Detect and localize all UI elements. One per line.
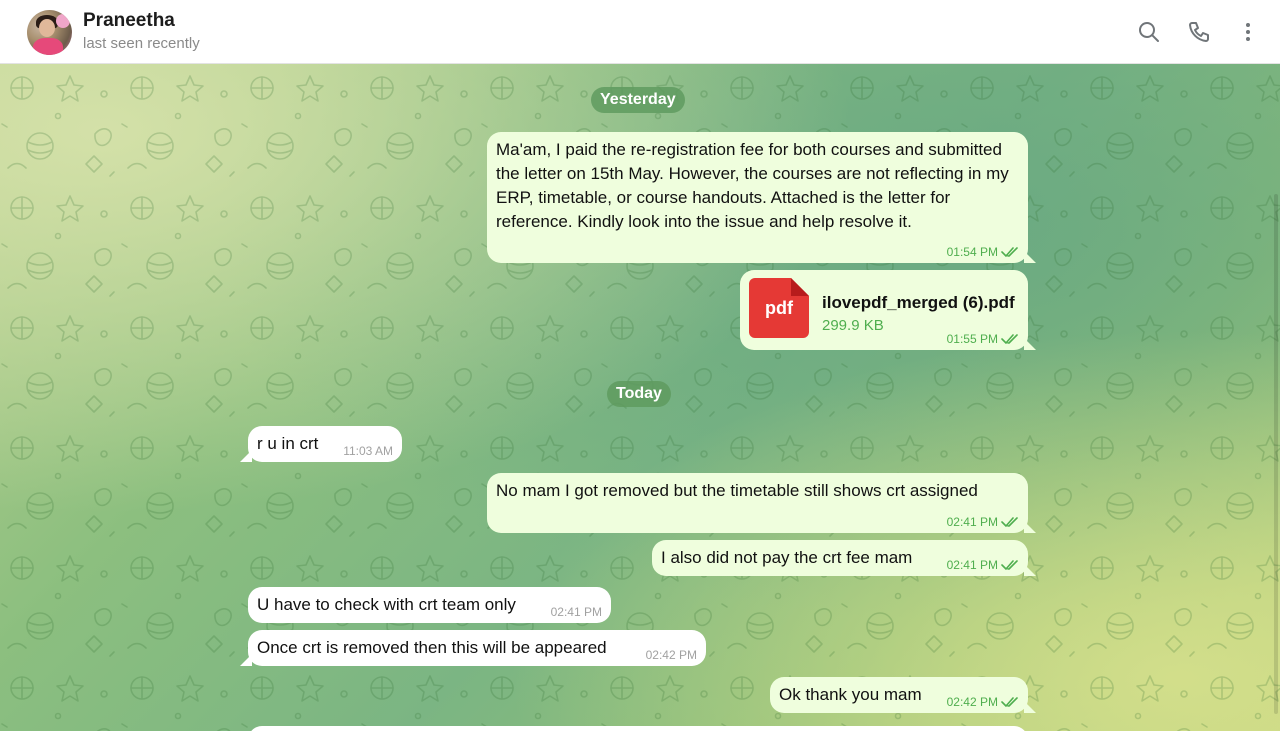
pdf-file-icon[interactable]: pdf (749, 278, 809, 338)
message-time: 11:03 AM (343, 444, 393, 458)
double-check-icon (1001, 334, 1018, 344)
message-time: 02:41 PM (946, 558, 998, 572)
outgoing-message[interactable]: I also did not pay the crt fee mam 02:41… (652, 540, 1028, 576)
double-check-icon (1001, 697, 1018, 707)
double-check-icon (1001, 560, 1018, 570)
message-meta: 01:55 PM (947, 332, 1019, 346)
message-text: Ma'am, I paid the re-registration fee fo… (496, 140, 1009, 231)
message-time: 02:41 PM (550, 605, 602, 619)
avatar[interactable] (27, 10, 72, 55)
search-icon[interactable] (1137, 20, 1161, 44)
message-meta: 02:41 PM (947, 515, 1019, 529)
incoming-message-partial[interactable] (248, 726, 1028, 731)
message-meta: 02:41 PM (947, 558, 1019, 572)
chat-header: Praneetha last seen recently (0, 0, 1280, 64)
message-meta: 02:42 PM (646, 648, 697, 662)
avatar-body (33, 38, 63, 55)
message-time: 02:42 PM (946, 695, 998, 709)
file-size: 299.9 KB (822, 317, 884, 334)
contact-name: Praneetha (83, 10, 175, 31)
incoming-message[interactable]: U have to check with crt team only 02:41… (248, 587, 611, 623)
message-time: 02:41 PM (946, 515, 998, 529)
double-check-icon (1001, 247, 1018, 257)
message-meta: 01:54 PM (947, 245, 1019, 259)
message-meta: 11:03 AM (343, 444, 393, 458)
outgoing-file-message[interactable]: pdf ilovepdf_merged (6).pdf 299.9 KB 01:… (740, 270, 1028, 350)
incoming-message[interactable]: r u in crt 11:03 AM (248, 426, 402, 462)
contact-status: last seen recently (83, 35, 200, 52)
scrollbar[interactable] (1274, 194, 1278, 714)
outgoing-message[interactable]: Ok thank you mam 02:42 PM (770, 677, 1028, 713)
message-time: 01:55 PM (946, 332, 998, 346)
message-time: 01:54 PM (946, 245, 998, 259)
file-name[interactable]: ilovepdf_merged (6).pdf (822, 291, 1015, 315)
phone-icon[interactable] (1187, 20, 1211, 44)
date-separator-yesterday: Yesterday (591, 87, 685, 113)
contact-info[interactable]: Praneetha last seen recently (83, 10, 200, 54)
message-text: No mam I got removed but the timetable s… (496, 481, 978, 500)
message-time: 02:42 PM (645, 648, 697, 662)
message-meta: 02:42 PM (947, 695, 1019, 709)
message-meta: 02:41 PM (551, 605, 602, 619)
chat-area[interactable]: Yesterday Ma'am, I paid the re-registrat… (0, 64, 1280, 731)
pdf-icon-fold (791, 278, 809, 296)
more-vertical-icon[interactable] (1236, 20, 1260, 44)
avatar-flower (56, 14, 70, 28)
avatar-face (39, 19, 55, 37)
date-separator-today: Today (607, 381, 671, 407)
double-check-icon (1001, 517, 1018, 527)
outgoing-message[interactable]: Ma'am, I paid the re-registration fee fo… (487, 132, 1028, 263)
message-text: Once crt is removed then this will be ap… (257, 638, 607, 657)
incoming-message[interactable]: Once crt is removed then this will be ap… (248, 630, 706, 666)
pdf-icon-label: pdf (765, 298, 793, 318)
outgoing-message[interactable]: No mam I got removed but the timetable s… (487, 473, 1028, 533)
